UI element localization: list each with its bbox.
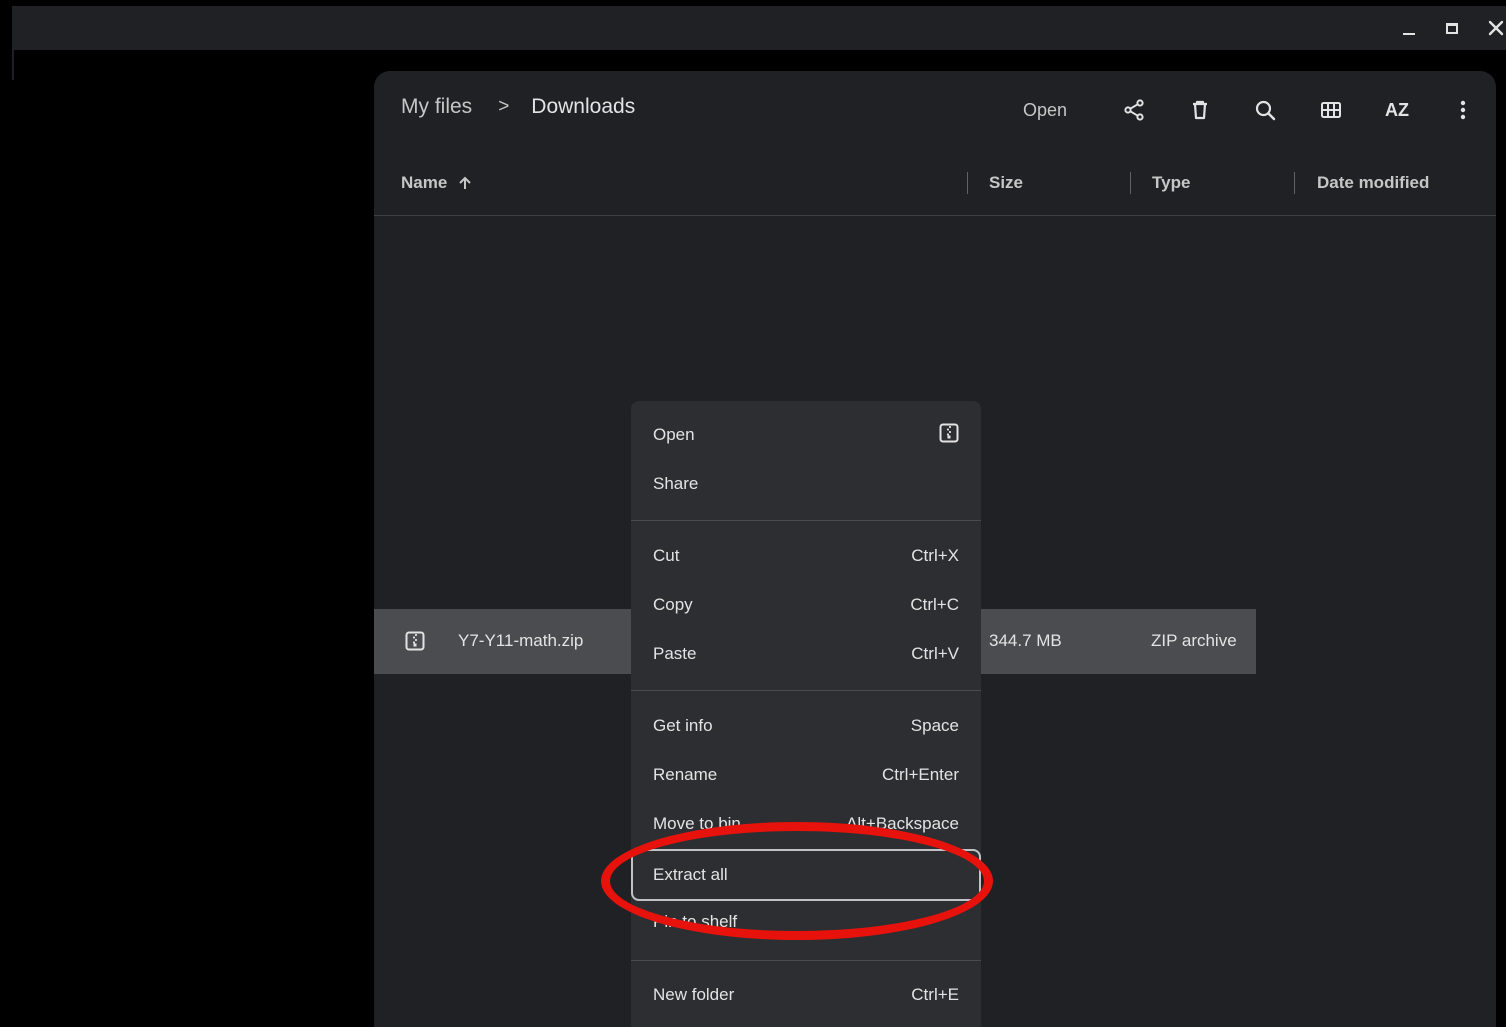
file-type: ZIP archive: [1151, 631, 1237, 650]
menu-item-label: Move to bin: [653, 814, 741, 833]
maximize-icon[interactable]: [1440, 16, 1464, 40]
share-icon[interactable]: [1119, 95, 1149, 125]
breadcrumb-downloads[interactable]: Downloads: [531, 95, 635, 119]
menu-item-share[interactable]: Share: [631, 460, 981, 508]
column-date-modified[interactable]: Date modified: [1317, 173, 1429, 193]
window-titlebar: [12, 6, 1506, 80]
breadcrumb-my-files[interactable]: My files: [401, 95, 472, 119]
file-size: 344.7 MB: [989, 631, 1062, 650]
column-type-label: Type: [1152, 173, 1191, 192]
column-name[interactable]: Name: [401, 173, 473, 193]
column-name-label: Name: [401, 173, 448, 192]
column-separator[interactable]: [967, 172, 968, 194]
breadcrumb: My files > Downloads: [401, 95, 635, 119]
column-separator[interactable]: [1294, 172, 1295, 194]
sort-icon[interactable]: AZ: [1382, 95, 1412, 125]
context-menu: Open Share Cut Ctrl+X Copy Ctrl+C Paste …: [631, 401, 981, 1027]
menu-item-cut[interactable]: Cut Ctrl+X: [631, 532, 981, 580]
zip-file-icon: [939, 423, 959, 448]
menu-divider: [631, 520, 981, 521]
menu-item-copy[interactable]: Copy Ctrl+C: [631, 581, 981, 629]
column-size-label: Size: [989, 173, 1024, 192]
menu-item-label: Extract all: [653, 865, 728, 884]
menu-item-label: Paste: [653, 644, 697, 663]
more-vert-icon[interactable]: [1448, 95, 1478, 125]
menu-item-shortcut: Ctrl+Enter: [882, 765, 959, 784]
column-type[interactable]: Type: [1152, 173, 1190, 193]
menu-item-shortcut: Ctrl+X: [911, 546, 959, 565]
menu-item-pin-to-shelf[interactable]: Pin to shelf: [631, 898, 981, 946]
delete-icon[interactable]: [1185, 95, 1215, 125]
menu-item-rename[interactable]: Rename Ctrl+Enter: [631, 751, 981, 799]
minimize-icon[interactable]: [1397, 16, 1421, 40]
menu-item-paste[interactable]: Paste Ctrl+V: [631, 630, 981, 678]
menu-item-extract-all[interactable]: Extract all: [631, 849, 981, 901]
menu-divider: [631, 690, 981, 691]
column-separator[interactable]: [1130, 172, 1131, 194]
titlebar-edge: [12, 50, 14, 80]
menu-item-shortcut: Ctrl+C: [910, 595, 959, 614]
search-icon[interactable]: [1250, 95, 1280, 125]
column-date-label: Date modified: [1317, 173, 1430, 192]
menu-item-shortcut: Space: [910, 716, 959, 735]
menu-item-move-to-bin[interactable]: Move to bin Alt+Backspace: [631, 800, 981, 848]
breadcrumb-separator: >: [498, 96, 510, 117]
close-icon[interactable]: [1484, 16, 1506, 40]
menu-item-label: Cut: [653, 546, 680, 565]
menu-divider: [631, 960, 981, 961]
menu-item-label: Copy: [653, 595, 693, 614]
file-name: Y7-Y11-math.zip: [458, 631, 584, 650]
menu-item-label: Rename: [653, 765, 718, 784]
menu-item-open[interactable]: Open: [631, 411, 981, 459]
menu-item-label: Share: [653, 474, 699, 493]
zip-file-icon: [405, 631, 425, 651]
open-button[interactable]: Open: [1023, 100, 1067, 121]
menu-item-shortcut: Ctrl+V: [911, 644, 959, 663]
menu-item-shortcut: Ctrl+E: [911, 985, 959, 1004]
grid-view-icon[interactable]: [1316, 95, 1346, 125]
menu-item-shortcut: Alt+Backspace: [846, 814, 959, 833]
menu-item-label: New folder: [653, 985, 735, 1004]
menu-item-label: Open: [653, 425, 695, 444]
menu-item-new-folder[interactable]: New folder Ctrl+E: [631, 971, 981, 1019]
menu-item-label: Get info: [653, 716, 713, 735]
column-size[interactable]: Size: [989, 173, 1023, 193]
column-header-row: Name Size Type Date modified: [374, 161, 1496, 216]
menu-item-label: Pin to shelf: [653, 912, 738, 931]
arrow-up-icon: [459, 176, 472, 189]
menu-item-get-info[interactable]: Get info Space: [631, 702, 981, 750]
